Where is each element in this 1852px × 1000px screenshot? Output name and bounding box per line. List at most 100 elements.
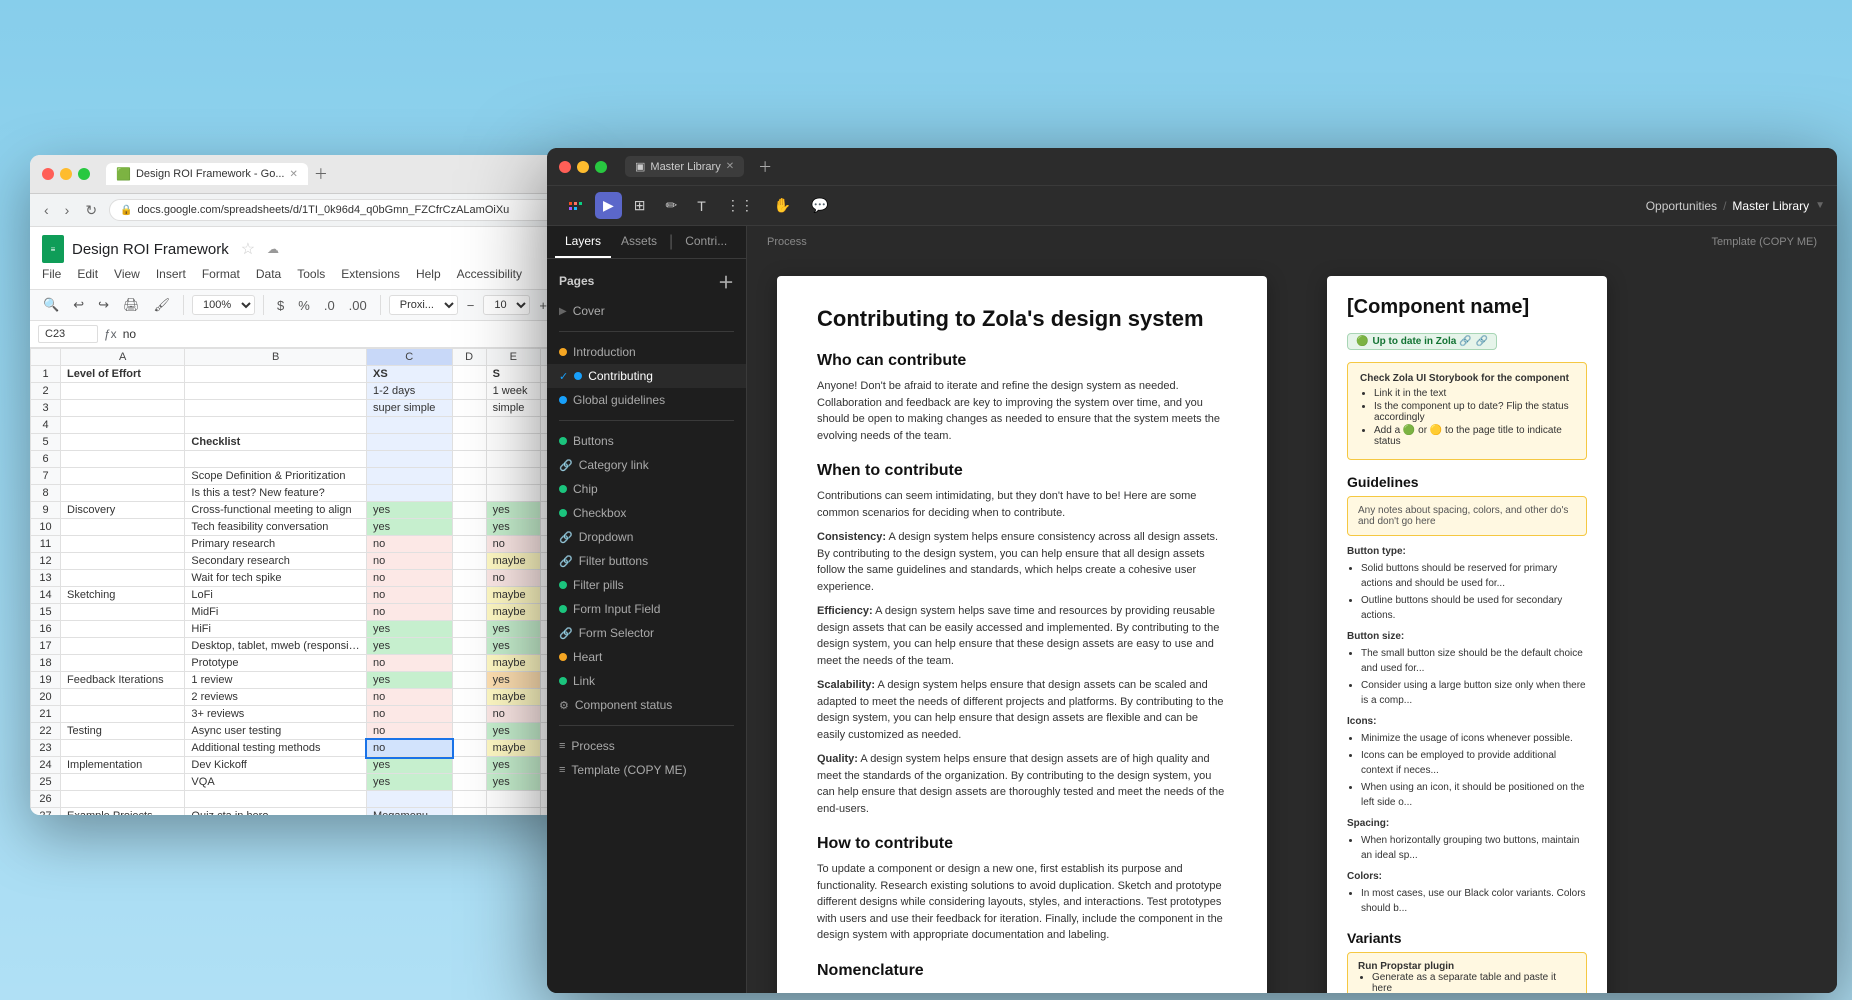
cell-b18[interactable]: Prototype (185, 655, 367, 672)
page-item-category-link[interactable]: 🔗 Category link (547, 453, 746, 477)
pages-add-button[interactable]: ＋ (718, 269, 734, 293)
cell-d27[interactable] (452, 808, 486, 816)
cell-e21[interactable]: no (486, 706, 540, 723)
cell-c14[interactable]: no (367, 587, 453, 604)
cell-a1[interactable]: Level of Effort (61, 366, 185, 383)
cell-e19[interactable]: yes (486, 672, 540, 689)
cell-a21[interactable] (61, 706, 185, 723)
cell-c17[interactable]: yes (367, 638, 453, 655)
cell-reference[interactable] (38, 325, 98, 343)
cell-d21[interactable] (452, 706, 486, 723)
cell-d14[interactable] (452, 587, 486, 604)
page-item-template[interactable]: ≡ Template (COPY ME) (547, 758, 746, 782)
figma-hand-tool[interactable]: ✋ (766, 192, 799, 219)
figma-tab-close[interactable]: ✕ (726, 161, 734, 172)
cell-e16[interactable]: yes (486, 621, 540, 638)
cell-b14[interactable]: LoFi (185, 587, 367, 604)
forward-button[interactable]: › (61, 200, 74, 220)
cell-e8[interactable] (486, 485, 540, 502)
maximize-button[interactable] (78, 168, 90, 180)
cell-e2[interactable]: 1 week (486, 383, 540, 400)
cell-e13[interactable]: no (486, 570, 540, 587)
cell-d12[interactable] (452, 553, 486, 570)
cell-c21[interactable]: no (367, 706, 453, 723)
cell-d13[interactable] (452, 570, 486, 587)
cell-d9[interactable] (452, 502, 486, 519)
cell-d17[interactable] (452, 638, 486, 655)
cell-c13[interactable]: no (367, 570, 453, 587)
cell-b27[interactable]: Quiz cta in hero (185, 808, 367, 816)
figma-new-tab[interactable]: ＋ (758, 157, 772, 177)
cell-b4[interactable] (185, 417, 367, 434)
print-btn[interactable]: 🖨 (118, 294, 145, 316)
tab-contri[interactable]: Contri... (675, 226, 737, 258)
cell-e23[interactable]: maybe (486, 740, 540, 757)
menu-file[interactable]: File (42, 267, 61, 281)
cell-c7[interactable] (367, 468, 453, 485)
cell-e6[interactable] (486, 451, 540, 468)
cell-b3[interactable] (185, 400, 367, 417)
cell-d18[interactable] (452, 655, 486, 672)
page-item-heart[interactable]: Heart (547, 645, 746, 669)
cell-c15[interactable]: no (367, 604, 453, 621)
cell-c24[interactable]: yes (367, 757, 453, 774)
decimal-more-btn[interactable]: .00 (344, 295, 372, 316)
cell-a22[interactable]: Testing (61, 723, 185, 740)
menu-extensions[interactable]: Extensions (341, 267, 400, 281)
cell-c18[interactable]: no (367, 655, 453, 672)
cell-d4[interactable] (452, 417, 486, 434)
menu-tools[interactable]: Tools (297, 267, 325, 281)
page-item-contributing[interactable]: ✓ Contributing (547, 364, 746, 388)
cell-c16[interactable]: yes (367, 621, 453, 638)
cell-e22[interactable]: yes (486, 723, 540, 740)
breadcrumb-current[interactable]: Master Library (1732, 199, 1809, 213)
cell-e3[interactable]: simple (486, 400, 540, 417)
menu-data[interactable]: Data (256, 267, 281, 281)
cell-a8[interactable] (61, 485, 185, 502)
figma-frame-tool[interactable]: ⊞ (626, 192, 654, 219)
cell-d1[interactable] (452, 366, 486, 383)
cell-c9[interactable]: yes (367, 502, 453, 519)
zoom-select[interactable]: 100% (192, 295, 255, 315)
page-item-chip[interactable]: Chip (547, 477, 746, 501)
cell-d16[interactable] (452, 621, 486, 638)
cell-b7[interactable]: Scope Definition & Prioritization (185, 468, 367, 485)
cell-c27[interactable]: Megamenu (367, 808, 453, 816)
cell-b22[interactable]: Async user testing (185, 723, 367, 740)
cell-e18[interactable]: maybe (486, 655, 540, 672)
cell-e9[interactable]: yes (486, 502, 540, 519)
figma-max-btn[interactable] (595, 161, 607, 173)
cell-d25[interactable] (452, 774, 486, 791)
cell-b19[interactable]: 1 review (185, 672, 367, 689)
breadcrumb-dropdown-icon[interactable]: ▼ (1815, 200, 1825, 211)
cell-c6[interactable] (367, 451, 453, 468)
cell-c23-selected[interactable]: no (367, 740, 453, 757)
close-button[interactable] (42, 168, 54, 180)
menu-view[interactable]: View (114, 267, 140, 281)
cell-d20[interactable] (452, 689, 486, 706)
cell-a2[interactable] (61, 383, 185, 400)
cell-a3[interactable] (61, 400, 185, 417)
cell-e7[interactable] (486, 468, 540, 485)
cell-c4[interactable] (367, 417, 453, 434)
figma-pen-tool[interactable]: ✏ (658, 192, 686, 219)
cell-a25[interactable] (61, 774, 185, 791)
cell-a10[interactable] (61, 519, 185, 536)
cell-a15[interactable] (61, 604, 185, 621)
cell-d11[interactable] (452, 536, 486, 553)
page-item-cover[interactable]: ▶ Cover (547, 299, 746, 323)
cell-d5[interactable] (452, 434, 486, 451)
currency-btn[interactable]: $ (272, 295, 289, 316)
undo-btn[interactable]: ↩ (68, 294, 89, 316)
figma-components-tool[interactable]: ⋮⋮ (718, 192, 762, 219)
cell-d3[interactable] (452, 400, 486, 417)
cell-a4[interactable] (61, 417, 185, 434)
menu-edit[interactable]: Edit (77, 267, 98, 281)
cell-c3[interactable]: super simple (367, 400, 453, 417)
page-item-filter-buttons[interactable]: 🔗 Filter buttons (547, 549, 746, 573)
cell-c1[interactable]: XS (367, 366, 453, 383)
col-header-c[interactable]: C (367, 349, 453, 366)
figma-text-tool[interactable]: T (689, 193, 714, 219)
new-tab-button[interactable]: ＋ (314, 164, 328, 184)
page-item-dropdown[interactable]: 🔗 Dropdown (547, 525, 746, 549)
